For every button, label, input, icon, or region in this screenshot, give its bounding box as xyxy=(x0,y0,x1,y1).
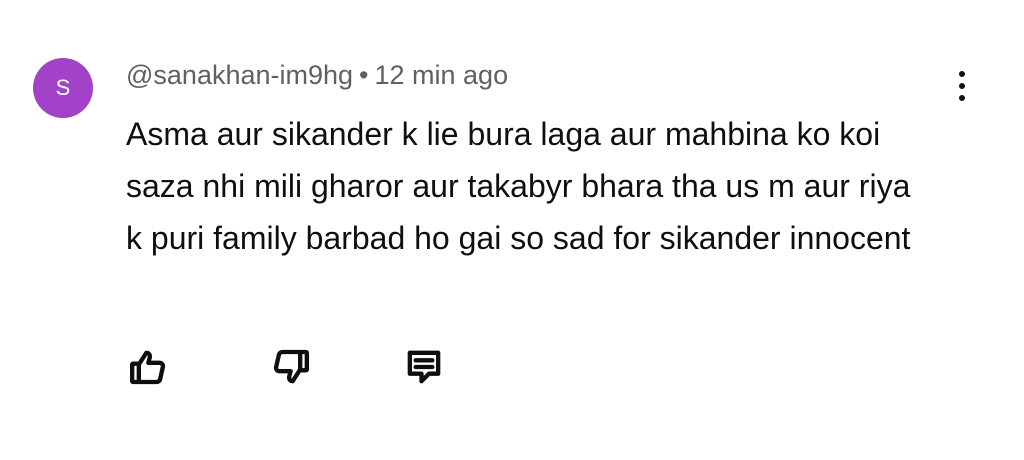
comment-timestamp[interactable]: 12 min ago xyxy=(375,60,509,90)
comment-header: @sanakhan-im9hg • 12 min ago xyxy=(126,60,508,91)
author-handle[interactable]: @sanakhan-im9hg xyxy=(126,60,353,90)
thumbs-down-icon xyxy=(273,349,309,384)
reply-button[interactable] xyxy=(402,345,446,389)
avatar[interactable]: S xyxy=(33,58,93,118)
avatar-letter: S xyxy=(55,75,71,100)
comment-text: Asma aur sikander k lie bura laga aur ma… xyxy=(126,116,911,256)
reply-comment-icon xyxy=(407,350,441,384)
more-vertical-icon[interactable] xyxy=(942,66,982,106)
thumbs-up-icon xyxy=(130,350,166,385)
dislike-button[interactable] xyxy=(269,345,313,389)
comment-item: S @sanakhan-im9hg • 12 min ago Asma aur si… xyxy=(0,0,1024,460)
like-button[interactable] xyxy=(126,345,170,389)
header-separator: • xyxy=(359,60,369,90)
